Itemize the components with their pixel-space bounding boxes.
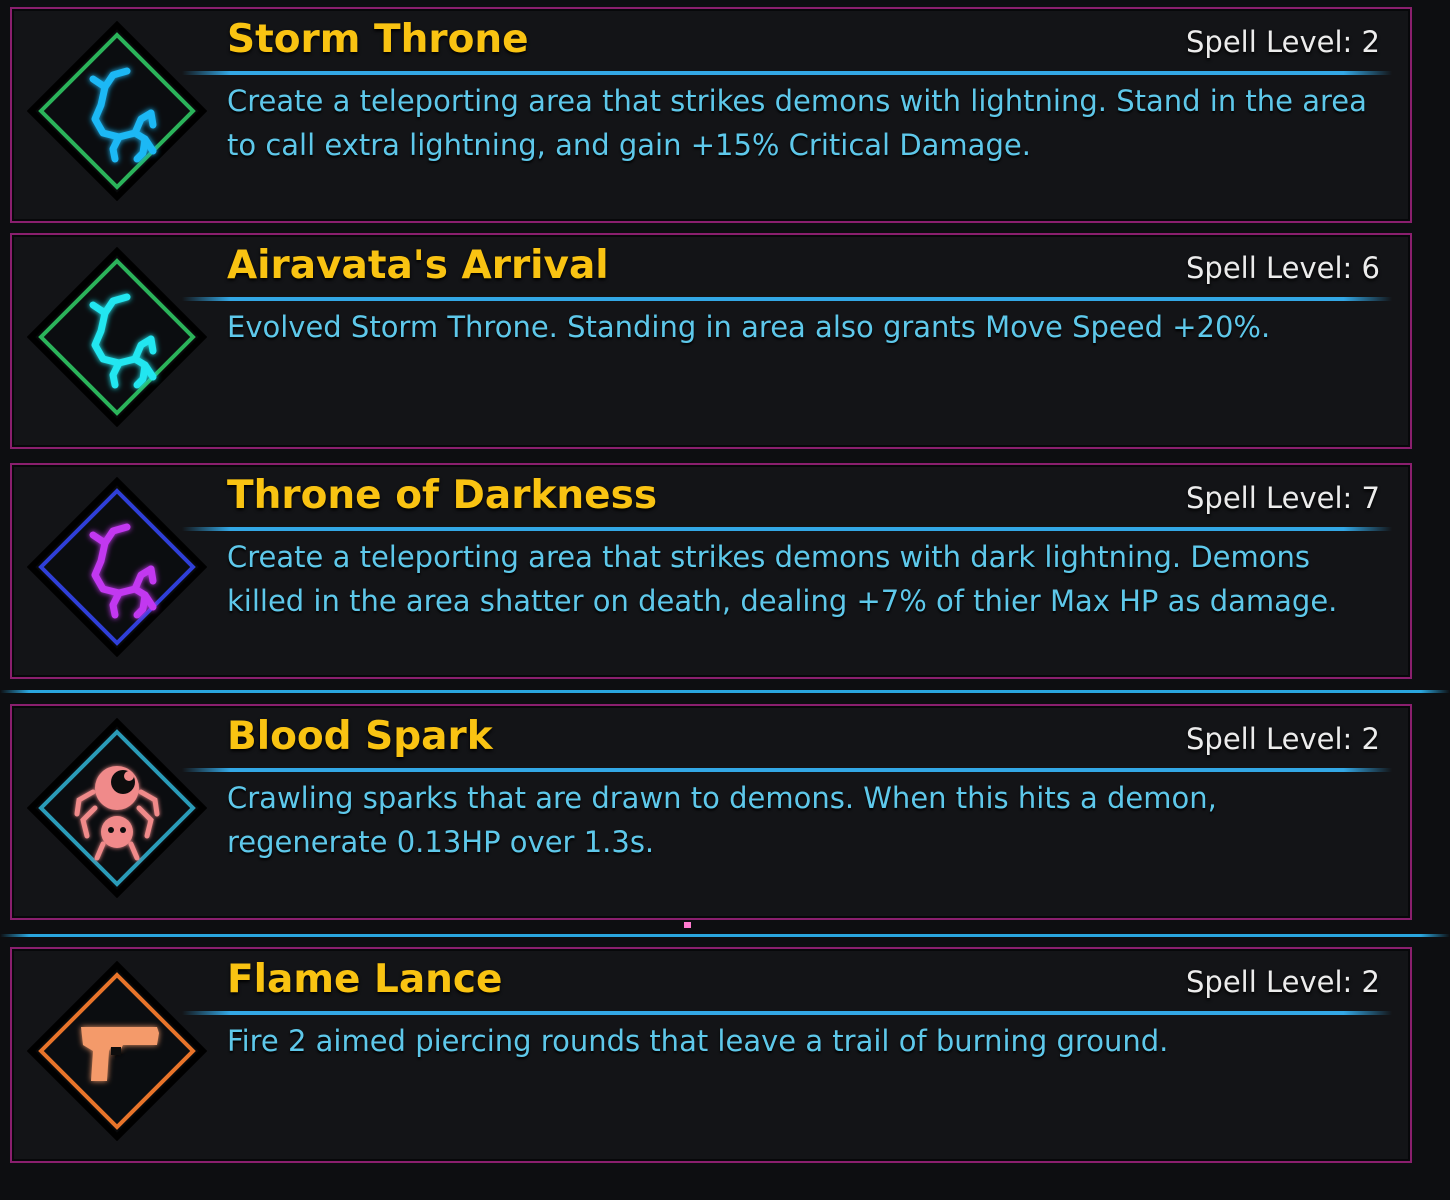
title-divider (182, 71, 1392, 75)
spell-title: Airavata's Arrival (227, 243, 609, 288)
spell-description: Create a teleporting area that strikes d… (227, 540, 1338, 618)
spell-description: Create a teleporting area that strikes d… (227, 84, 1367, 162)
title-divider (182, 297, 1392, 301)
storm-rune-icon (27, 247, 207, 427)
spell-title: Throne of Darkness (227, 473, 658, 518)
section-separator (0, 934, 1450, 937)
spell-card-flame-lance[interactable]: Flame Lance Spell Level: 2 Fire 2 aimed … (10, 947, 1412, 1163)
spell-description: Evolved Storm Throne. Standing in area a… (227, 310, 1271, 344)
spell-title: Storm Throne (227, 17, 529, 62)
spell-list: Storm Throne Spell Level: 2 Create a tel… (0, 0, 1450, 1200)
dark-rune-icon (27, 477, 207, 657)
spell-level: Spell Level: 2 (1186, 965, 1380, 999)
title-divider (182, 768, 1392, 772)
title-divider (182, 527, 1392, 531)
spell-level: Spell Level: 2 (1186, 25, 1380, 59)
pistol-icon (27, 961, 207, 1141)
spell-level: Spell Level: 7 (1186, 481, 1380, 515)
spell-level: Spell Level: 2 (1186, 722, 1380, 756)
spell-card-blood-spark[interactable]: Blood Spark Spell Level: 2 Crawling spar… (10, 704, 1412, 920)
spell-card-storm-throne[interactable]: Storm Throne Spell Level: 2 Create a tel… (10, 7, 1412, 223)
spell-description: Fire 2 aimed piercing rounds that leave … (227, 1024, 1169, 1058)
title-divider (182, 1011, 1392, 1015)
storm-rune-icon (27, 21, 207, 201)
spell-title: Flame Lance (227, 957, 503, 1002)
spell-card-throne-of-darkness[interactable]: Throne of Darkness Spell Level: 7 Create… (10, 463, 1412, 679)
spell-card-airavatas-arrival[interactable]: Airavata's Arrival Spell Level: 6 Evolve… (10, 233, 1412, 449)
spell-title: Blood Spark (227, 714, 493, 759)
section-separator (0, 690, 1450, 693)
marker-dot (684, 922, 691, 928)
spider-spark-icon (27, 718, 207, 898)
spell-level: Spell Level: 6 (1186, 251, 1380, 285)
spell-description: Crawling sparks that are drawn to demons… (227, 781, 1217, 859)
